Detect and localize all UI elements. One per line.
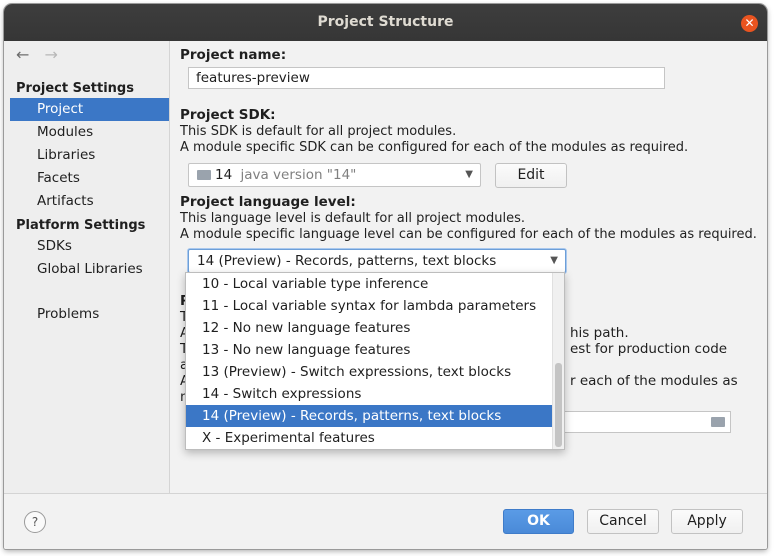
- sdk-version: java version "14": [240, 167, 357, 183]
- project-sdk-combo[interactable]: 14 java version "14" ▼: [188, 163, 481, 187]
- language-level-option[interactable]: 11 - Local variable syntax for lambda pa…: [186, 295, 554, 317]
- sidebar-item-global-libraries[interactable]: Global Libraries: [10, 258, 169, 281]
- language-level-option[interactable]: 10 - Local variable type inference: [186, 273, 554, 295]
- edit-sdk-button[interactable]: Edit: [495, 163, 567, 188]
- compiler-output-path-field[interactable]: [548, 411, 731, 433]
- sidebar-item-problems[interactable]: Problems: [10, 303, 169, 326]
- language-level-label: Project language level:: [180, 194, 356, 210]
- cancel-button[interactable]: Cancel: [587, 509, 659, 534]
- project-sdk-desc-2: A module specific SDK can be configured …: [180, 140, 689, 155]
- project-sdk-desc-1: This SDK is default for all project modu…: [180, 124, 457, 139]
- browse-folder-icon[interactable]: [711, 417, 725, 427]
- language-level-desc-1: This language level is default for all p…: [180, 211, 525, 226]
- chevron-down-icon: ▼: [465, 169, 473, 180]
- language-level-option[interactable]: 13 - No new language features: [186, 339, 554, 361]
- help-icon[interactable]: ?: [24, 511, 46, 533]
- forward-arrow-icon[interactable]: →: [45, 45, 58, 64]
- language-level-dropdown: 10 - Local variable type inference 11 - …: [185, 272, 565, 450]
- project-name-label: Project name:: [180, 47, 287, 63]
- language-level-option[interactable]: X - Experimental features: [186, 427, 554, 449]
- window-title: Project Structure: [317, 14, 454, 30]
- sidebar-item-libraries[interactable]: Libraries: [10, 144, 169, 167]
- sidebar: ← → Project Settings Project Modules Lib…: [4, 41, 170, 493]
- apply-button[interactable]: Apply: [671, 509, 743, 534]
- sdk-name: 14: [215, 167, 233, 183]
- scrollbar-thumb[interactable]: [555, 363, 562, 447]
- language-level-option[interactable]: 12 - No new language features: [186, 317, 554, 339]
- platform-settings-heading: Platform Settings: [16, 218, 146, 233]
- nav-arrows: ← →: [16, 45, 68, 64]
- project-sdk-label: Project SDK:: [180, 107, 276, 123]
- obscured-line-5-end: r each of the modules as: [570, 373, 738, 389]
- chevron-down-icon: ▼: [550, 255, 558, 266]
- sdk-folder-icon: [197, 170, 211, 180]
- back-arrow-icon[interactable]: ←: [16, 45, 29, 64]
- project-name-field[interactable]: features-preview: [188, 67, 665, 89]
- project-settings-heading: Project Settings: [16, 81, 134, 96]
- language-level-selected: 14 (Preview) - Records, patterns, text b…: [197, 253, 497, 269]
- sidebar-item-project[interactable]: Project: [10, 98, 169, 121]
- language-level-desc-2: A module specific language level can be …: [180, 227, 757, 242]
- close-icon[interactable]: ✕: [741, 15, 758, 32]
- sidebar-item-sdks[interactable]: SDKs: [10, 235, 169, 258]
- language-level-option-selected[interactable]: 14 (Preview) - Records, patterns, text b…: [186, 405, 554, 427]
- sidebar-item-artifacts[interactable]: Artifacts: [10, 190, 169, 213]
- title-bar: Project Structure ✕: [4, 4, 767, 41]
- obscured-line-2-end: his path.: [570, 325, 629, 341]
- dialog-footer: ? OK Cancel Apply: [4, 493, 767, 549]
- sidebar-item-facets[interactable]: Facets: [10, 167, 169, 190]
- language-level-option[interactable]: 14 - Switch expressions: [186, 383, 554, 405]
- ok-button[interactable]: OK: [503, 509, 574, 534]
- dropdown-scrollbar[interactable]: [552, 273, 564, 449]
- language-level-option[interactable]: 13 (Preview) - Switch expressions, text …: [186, 361, 554, 383]
- obscured-line-3-end: est for production code: [570, 341, 728, 357]
- sidebar-item-modules[interactable]: Modules: [10, 121, 169, 144]
- language-level-combo[interactable]: 14 (Preview) - Records, patterns, text b…: [188, 249, 566, 273]
